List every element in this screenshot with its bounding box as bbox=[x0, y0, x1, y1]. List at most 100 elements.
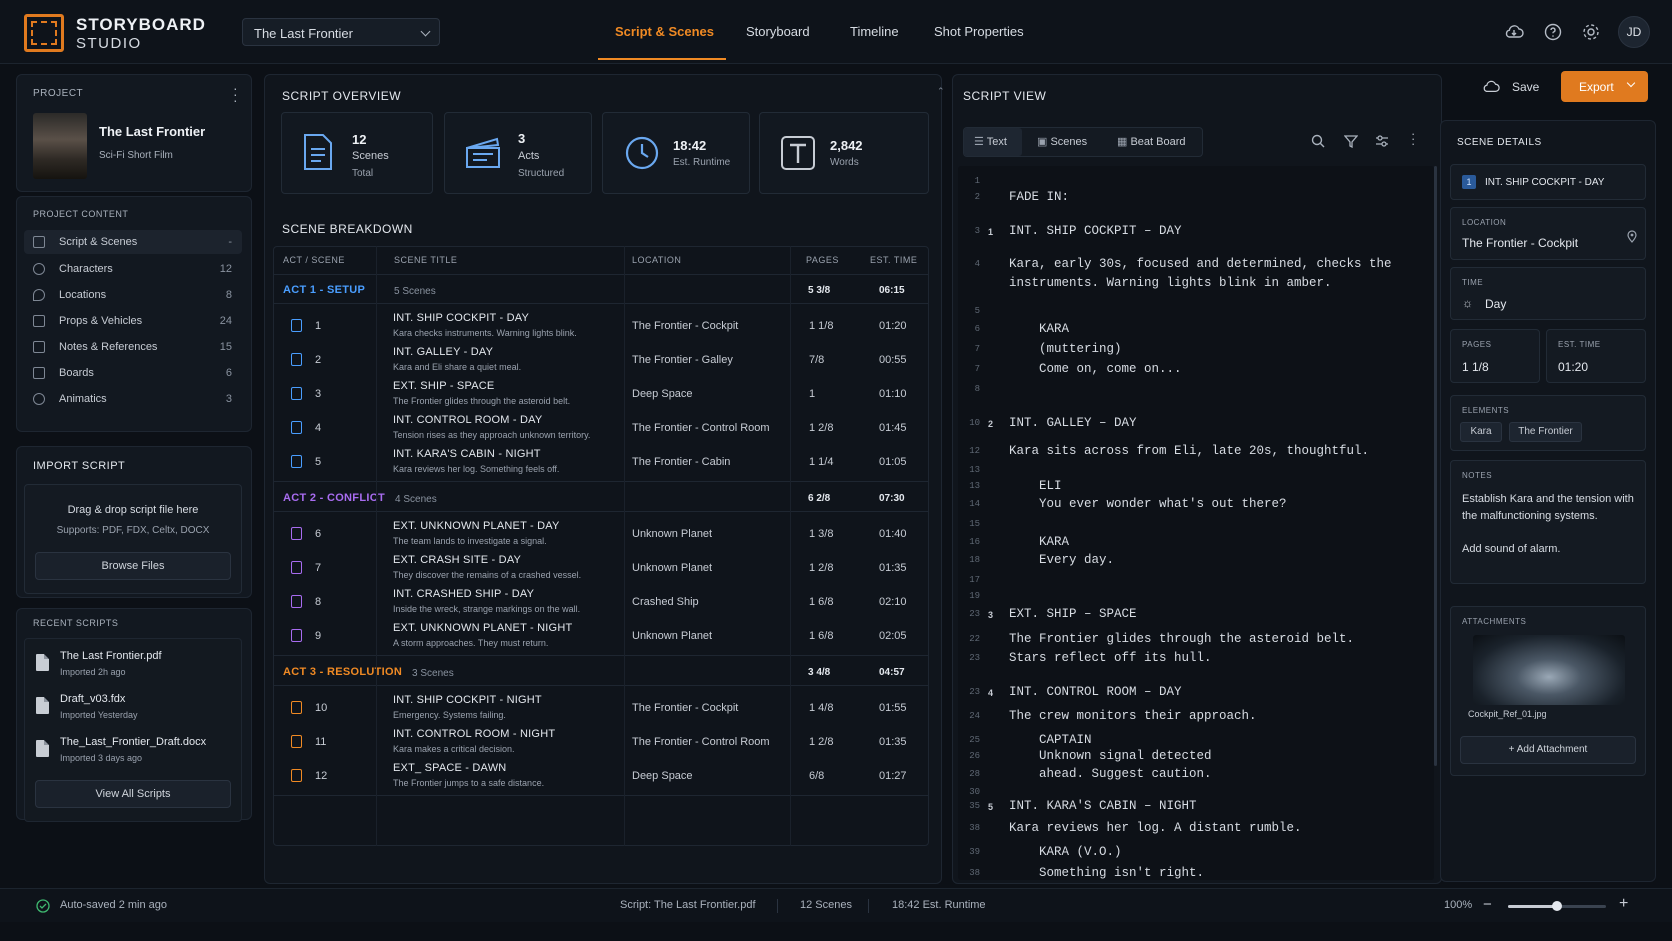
scene-est-time: 02:10 bbox=[879, 596, 907, 608]
scene-icon bbox=[291, 595, 302, 608]
tab-shot-properties[interactable]: Shot Properties bbox=[934, 24, 1024, 39]
script-scrollbar[interactable] bbox=[1434, 166, 1437, 766]
zoom-in-icon[interactable]: + bbox=[1619, 895, 1628, 913]
est-time-value: 01:20 bbox=[1558, 360, 1589, 374]
stat-value: 2,842 bbox=[830, 138, 863, 153]
scene-marker[interactable]: 2 bbox=[988, 419, 993, 429]
scene-row[interactable]: 12 EXT_ SPACE - DAWN The Frontier jumps to… bbox=[273, 757, 929, 793]
scene-row[interactable]: 11 INT. CONTROL ROOM - NIGHT Kara makes a … bbox=[273, 723, 929, 759]
save-button[interactable]: Save bbox=[1482, 70, 1552, 104]
recent-script-item[interactable]: Draft_v03.fdx Imported Yesterday bbox=[34, 691, 234, 725]
add-attachment-button[interactable]: + Add Attachment bbox=[1460, 736, 1636, 764]
element-tag[interactable]: The Frontier bbox=[1509, 422, 1582, 442]
zoom-slider-thumb[interactable] bbox=[1552, 901, 1562, 911]
script-line: INT. SHIP COCKPIT – DAY bbox=[1009, 224, 1182, 238]
column-header[interactable]: EST. TIME bbox=[870, 255, 917, 265]
scene-number: 12 bbox=[315, 770, 328, 782]
scene-marker[interactable]: 5 bbox=[988, 802, 993, 812]
tab-beat-board-view[interactable]: ▦ Beat Board bbox=[1117, 135, 1186, 161]
sidebar-item-count: 3 bbox=[225, 393, 232, 405]
file-icon bbox=[36, 697, 49, 714]
line-number: 13 bbox=[969, 481, 980, 491]
tab-storyboard[interactable]: Storyboard bbox=[746, 24, 810, 39]
clock-icon bbox=[625, 136, 659, 170]
tab-timeline[interactable]: Timeline bbox=[850, 24, 899, 39]
collapse-icon[interactable]: ⌃ bbox=[937, 86, 945, 97]
column-header[interactable]: ACT / SCENE bbox=[283, 255, 345, 265]
location-card[interactable]: LOCATION The Frontier - Cockpit bbox=[1450, 207, 1646, 260]
scene-row[interactable]: 8 INT. CRASHED SHIP - DAY Inside the wreck… bbox=[273, 583, 929, 619]
scene-breakdown-title: SCENE BREAKDOWN bbox=[282, 222, 413, 236]
more-options-icon[interactable]: · · · bbox=[1411, 127, 1415, 150]
gear-icon[interactable] bbox=[1581, 22, 1601, 42]
export-button[interactable]: Export bbox=[1561, 71, 1648, 102]
scene-est-time: 01:45 bbox=[879, 422, 907, 434]
scene-row[interactable]: 2 INT. GALLEY - DAY Kara and Eli share a q… bbox=[273, 341, 929, 377]
view-all-scripts-button[interactable]: View All Scripts bbox=[35, 780, 231, 808]
field-label: PAGES bbox=[1462, 340, 1492, 349]
scene-number: 3 bbox=[315, 388, 322, 400]
sidebar-item-props-vehicles[interactable]: Props & Vehicles 24 bbox=[24, 309, 242, 333]
tab-scenes-view[interactable]: ▣ Scenes bbox=[1037, 135, 1087, 161]
props-icon bbox=[33, 315, 45, 327]
scene-title: EXT_ SPACE - DAWN bbox=[393, 762, 507, 774]
script-line: Kara, early 30s, focused and determined,… bbox=[1009, 257, 1392, 271]
search-icon[interactable] bbox=[1311, 134, 1325, 148]
sidebar-item-characters[interactable]: Characters 12 bbox=[24, 257, 242, 281]
act-row[interactable]: ACT 3 - RESOLUTION 3 Scenes 3 4/8 04:57 bbox=[273, 658, 929, 686]
user-avatar[interactable]: JD bbox=[1618, 16, 1650, 48]
zoom-slider[interactable] bbox=[1508, 901, 1606, 911]
scene-row[interactable]: 6 EXT. UNKNOWN PLANET - DAY The team lands… bbox=[273, 515, 929, 551]
pages-card: PAGES 1 1/8 bbox=[1450, 329, 1540, 383]
column-header[interactable]: PAGES bbox=[806, 255, 839, 265]
recent-script-item[interactable]: The_Last_Frontier_Draft.docx Imported 3 … bbox=[34, 734, 234, 768]
scene-row[interactable]: 1 INT. SHIP COCKPIT - DAY Kara checks inst… bbox=[273, 307, 929, 343]
scene-marker[interactable]: 1 bbox=[988, 227, 993, 237]
project-select[interactable]: The Last Frontier bbox=[242, 18, 440, 46]
scene-row[interactable]: 5 INT. KARA'S CABIN - NIGHT Kara reviews h… bbox=[273, 443, 929, 479]
settings-sliders-icon[interactable] bbox=[1375, 134, 1389, 148]
line-number: 35 bbox=[969, 801, 980, 811]
sidebar-item-script-scenes[interactable]: Script & Scenes - bbox=[24, 230, 242, 254]
scene-row[interactable]: 7 EXT. CRASH SITE - DAY They discover the … bbox=[273, 549, 929, 585]
browse-files-button[interactable]: Browse Files bbox=[35, 552, 231, 580]
scene-row[interactable]: 4 INT. CONTROL ROOM - DAY Tension rises as… bbox=[273, 409, 929, 445]
recent-script-item[interactable]: The Last Frontier.pdf Imported 2h ago bbox=[34, 648, 234, 682]
tab-script-scenes[interactable]: Script & Scenes bbox=[615, 24, 714, 39]
sidebar-item-boards[interactable]: Boards 6 bbox=[24, 361, 242, 385]
more-options-icon[interactable]: · · · bbox=[233, 81, 238, 107]
tab-text-view[interactable]: ☰ Text bbox=[974, 135, 1007, 161]
act-pages: 3 4/8 bbox=[808, 667, 831, 678]
sidebar-item-label: Notes & References bbox=[59, 341, 158, 353]
sidebar-item-notes-references[interactable]: Notes & References 15 bbox=[24, 335, 242, 359]
sidebar-item-animatics[interactable]: Animatics 3 bbox=[24, 387, 242, 411]
scene-title: INT. KARA'S CABIN - NIGHT bbox=[393, 448, 541, 460]
cloud-sync-icon[interactable] bbox=[1504, 22, 1524, 42]
scene-marker[interactable]: 4 bbox=[988, 688, 993, 698]
time-card[interactable]: TIME ☼ Day bbox=[1450, 267, 1646, 320]
project-section-title: PROJECT bbox=[33, 88, 84, 99]
boards-icon bbox=[33, 367, 45, 379]
filter-icon[interactable] bbox=[1344, 134, 1358, 148]
script-line: ELI bbox=[1009, 479, 1062, 493]
column-header[interactable]: LOCATION bbox=[632, 255, 681, 265]
act-row[interactable]: ACT 1 - SETUP 5 Scenes 5 3/8 06:15 bbox=[273, 276, 929, 304]
attachment-thumbnail[interactable] bbox=[1473, 635, 1625, 705]
help-icon[interactable] bbox=[1543, 22, 1563, 42]
act-row[interactable]: ACT 2 - CONFLICT 4 Scenes 6 2/8 07:30 bbox=[273, 484, 929, 512]
scene-row[interactable]: 9 EXT. UNKNOWN PLANET - NIGHT A storm appr… bbox=[273, 617, 929, 653]
act-scene-count: 3 Scenes bbox=[412, 668, 454, 679]
line-number: 5 bbox=[974, 306, 980, 316]
sidebar-item-locations[interactable]: Locations 8 bbox=[24, 283, 242, 307]
scene-marker[interactable]: 3 bbox=[988, 610, 993, 620]
script-line: instruments. Warning lights blink in amb… bbox=[1009, 276, 1332, 290]
scene-est-time: 01:35 bbox=[879, 562, 907, 574]
notes-card[interactable]: NOTES Establish Kara and the tension wit… bbox=[1450, 460, 1646, 584]
act-pages: 6 2/8 bbox=[808, 493, 831, 504]
element-tag[interactable]: Kara bbox=[1460, 422, 1502, 442]
column-header[interactable]: SCENE TITLE bbox=[394, 255, 457, 265]
zoom-out-icon[interactable]: − bbox=[1483, 896, 1492, 913]
sidebar-item-label: Script & Scenes bbox=[59, 236, 138, 248]
scene-row[interactable]: 10 INT. SHIP COCKPIT - NIGHT Emergency. Sy… bbox=[273, 689, 929, 725]
scene-row[interactable]: 3 EXT. SHIP - SPACE The Frontier glides th… bbox=[273, 375, 929, 411]
